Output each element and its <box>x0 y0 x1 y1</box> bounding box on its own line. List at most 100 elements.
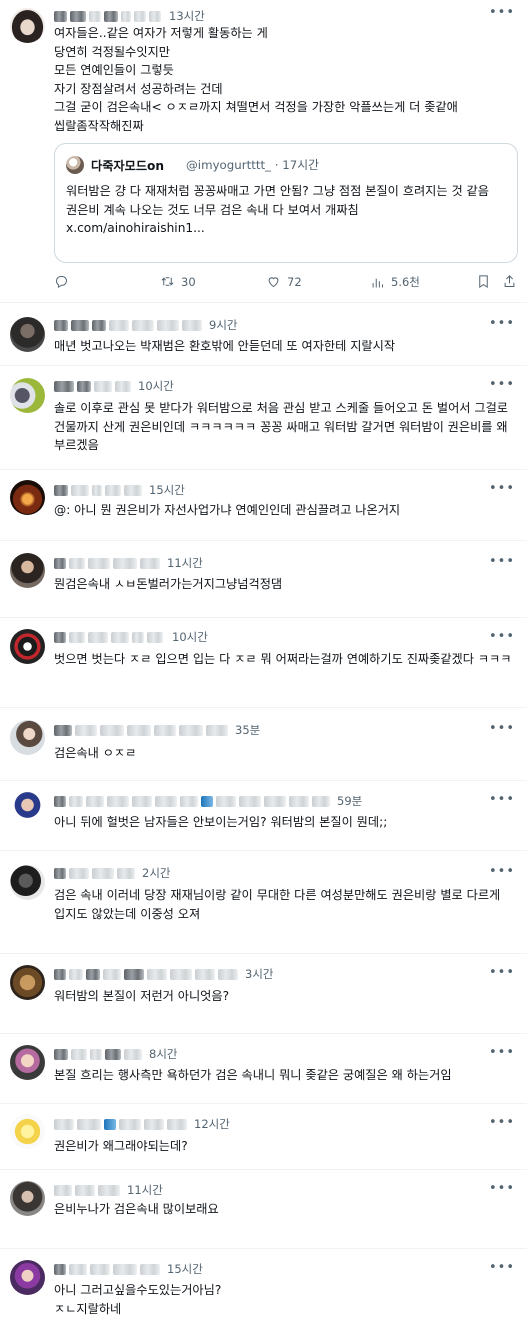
more-dots-icon[interactable]: ••• <box>489 481 515 496</box>
more-dots-icon[interactable]: ••• <box>489 629 515 644</box>
bookmark-button[interactable] <box>476 274 491 289</box>
avatar[interactable] <box>10 1181 45 1216</box>
avatar[interactable] <box>10 8 45 43</box>
share-button[interactable] <box>502 274 517 289</box>
tweet-text: 매년 벗고나오는 박재범은 환호밖에 안듣던데 또 여자한테 지랄시작 <box>54 339 396 353</box>
avatar[interactable] <box>10 865 45 900</box>
bookmark-icon <box>479 275 488 289</box>
avatar[interactable] <box>10 553 45 588</box>
avatar[interactable] <box>10 480 45 515</box>
timestamp[interactable]: 8시간 <box>149 1046 177 1062</box>
timestamp[interactable]: 15시간 <box>167 1261 203 1277</box>
retweet-icon <box>161 277 174 286</box>
tweet-header: 3시간 <box>54 966 273 982</box>
reply-tweet[interactable]: 11시간 ••• 뭔검은속내 ㅅㅂ돈벌러가는거지그냥넘걱정댐 <box>0 541 527 618</box>
tweet-header: 59분 <box>54 793 362 809</box>
reply-tweet[interactable]: 12시간 ••• 권은비가 왜그래야되는데? <box>0 1104 527 1170</box>
avatar[interactable] <box>10 965 45 1000</box>
timestamp[interactable]: 11시간 <box>127 1182 163 1198</box>
tweet-header: 12시간 <box>54 1116 230 1132</box>
more-dots-icon[interactable]: ••• <box>489 1115 515 1130</box>
retweet-count: 30 <box>181 274 196 289</box>
tweet-text: 본질 흐리는 행사측만 욕하던가 검은 속내니 뭐니 좆같은 궁예질은 왜 하는… <box>54 1068 452 1082</box>
tweet-text: 아니 그러고싶을수도있는거아님? ㅈㄴ지랄하네 <box>54 1283 222 1316</box>
tweet-text: 은비누나가 검은속내 많이보래요 <box>54 1202 219 1216</box>
more-dots-icon[interactable]: ••• <box>489 316 515 331</box>
reply-tweet[interactable]: 9시간 ••• 매년 벗고나오는 박재범은 환호밖에 안듣던데 또 여자한테 지… <box>0 303 527 366</box>
more-dots-icon[interactable]: ••• <box>489 965 515 980</box>
avatar[interactable] <box>10 317 45 352</box>
tweet-header: 10시간 <box>54 378 174 394</box>
tweet-header: 11시간 <box>54 1182 163 1198</box>
more-dots-icon[interactable]: ••• <box>489 1260 515 1275</box>
timestamp[interactable]: 10시간 <box>138 378 174 394</box>
views-icon <box>372 278 383 287</box>
tweet-header: 13시간 <box>54 8 205 24</box>
action-bar: 30 72 5.6천 <box>54 272 517 294</box>
timestamp[interactable]: 13시간 <box>169 8 205 24</box>
timestamp[interactable]: 3시간 <box>245 966 273 982</box>
tweet-header: 2시간 <box>54 865 170 881</box>
tweet-text: 아니 뒤에 헐벗은 남자들은 안보이는거임? 워터밤의 본질이 뭔데;; <box>54 815 388 829</box>
reply-tweet[interactable]: 3시간 ••• 워터밤의 본질이 저런거 아니엇음? <box>0 954 527 1034</box>
more-dots-icon[interactable]: ••• <box>489 864 515 879</box>
timestamp[interactable]: 35분 <box>235 722 260 738</box>
tweet-text: 워터밤의 본질이 저런거 아니엇음? <box>54 989 230 1003</box>
tweet-text: 뭔검은속내 ㅅㅂ돈벌러가는거지그냥넘걱정댐 <box>54 577 283 591</box>
more-dots-icon[interactable]: ••• <box>489 721 515 736</box>
reply-icon <box>56 276 67 289</box>
avatar[interactable] <box>10 378 45 413</box>
reply-tweet[interactable]: 15시간 ••• 아니 그러고싶을수도있는거아님? ㅈㄴ지랄하네 <box>0 1249 527 1323</box>
quoted-author-name: 다죽자모드on <box>91 159 165 173</box>
timestamp[interactable]: 12시간 <box>194 1116 230 1132</box>
timestamp[interactable]: 59분 <box>337 793 362 809</box>
main-tweet[interactable]: 13시간 ••• 여자들은..같은 여자가 저렇게 활동하는 게 당연히 걱정될… <box>0 0 527 303</box>
tweet-header: 9시간 <box>54 317 237 333</box>
tweet-text: 벗으면 벗는다 ㅈㄹ 입으면 입는 다 ㅈㄹ 뭐 어쩌라는걸까 연예하기도 진짜… <box>54 652 512 666</box>
share-icon <box>504 275 515 287</box>
more-dots-icon[interactable]: ••• <box>489 554 515 569</box>
view-count: 5.6천 <box>391 275 420 289</box>
timestamp[interactable]: 10시간 <box>172 629 208 645</box>
reply-tweet[interactable]: 15시간 ••• @: 아니 뭔 권은비가 자선사업가냐 연예인인데 관심끌려고… <box>0 470 527 541</box>
tweet-text: 여자들은..같은 여자가 저렇게 활동하는 게 당연히 걱정될수잇지만 모든 연… <box>54 26 458 133</box>
reply-tweet[interactable]: 10시간 ••• 솔로 이후로 관심 못 받다가 워터밤으로 처음 관심 받고 … <box>0 366 527 470</box>
avatar[interactable] <box>10 629 45 664</box>
reply-tweet[interactable]: 11시간 ••• 은비누나가 검은속내 많이보래요 <box>0 1170 527 1249</box>
avatar[interactable] <box>10 1045 45 1080</box>
retweet-button[interactable]: 30 <box>160 274 196 289</box>
reply-tweet[interactable]: 8시간 ••• 본질 흐리는 행사측만 욕하던가 검은 속내니 뭐니 좆같은 궁… <box>0 1034 527 1104</box>
quoted-tweet[interactable]: 다죽자모드on @imyogurtttt_ · 17시간 워터밤은 걍 다 재재… <box>54 143 518 263</box>
reply-tweet[interactable]: 35분 ••• 검은속내 ㅇㅈㄹ <box>0 708 527 781</box>
tweet-header: 35분 <box>54 722 260 738</box>
avatar[interactable] <box>10 720 45 755</box>
like-button[interactable]: 72 <box>266 274 302 289</box>
more-dots-icon[interactable]: ••• <box>489 1045 515 1060</box>
tweet-text: 권은비가 왜그래야되는데? <box>54 1139 188 1153</box>
more-dots-icon[interactable]: ••• <box>489 792 515 807</box>
reply-tweet[interactable]: 2시간 ••• 검은 속내 이러네 당장 재재님이랑 같이 무대한 다른 여성분… <box>0 851 527 954</box>
views-button[interactable]: 5.6천 <box>370 274 420 290</box>
timestamp[interactable]: 11시간 <box>167 555 203 571</box>
tweet-header: 10시간 <box>54 629 208 645</box>
timestamp[interactable]: 15시간 <box>149 482 185 498</box>
tweet-text: 검은 속내 이러네 당장 재재님이랑 같이 무대한 다른 여성분만해도 권은비랑… <box>54 888 501 921</box>
tweet-text: 솔로 이후로 관심 못 받다가 워터밤으로 처음 관심 받고 스케줄 들어오고 … <box>54 401 509 452</box>
quoted-tweet-text: 워터밤은 걍 다 재재처럼 꽁꽁싸매고 가면 안됨? 그냥 점점 본질이 흐려지… <box>66 184 489 235</box>
tweet-header: 8시간 <box>54 1046 177 1062</box>
more-dots-icon[interactable]: ••• <box>489 5 515 20</box>
heart-icon <box>268 277 279 288</box>
timestamp[interactable]: 9시간 <box>209 317 237 333</box>
avatar[interactable] <box>10 1260 45 1295</box>
more-dots-icon[interactable]: ••• <box>489 377 515 392</box>
reply-button[interactable] <box>54 274 69 289</box>
avatar <box>66 156 84 174</box>
tweet-text: 검은속내 ㅇㅈㄹ <box>54 746 137 760</box>
more-dots-icon[interactable]: ••• <box>489 1181 515 1196</box>
tweet-header: 15시간 <box>54 1261 203 1277</box>
timestamp[interactable]: 2시간 <box>142 865 170 881</box>
avatar[interactable] <box>10 791 45 826</box>
reply-tweet[interactable]: 59분 ••• 아니 뒤에 헐벗은 남자들은 안보이는거임? 워터밤의 본질이 … <box>0 781 527 851</box>
avatar[interactable] <box>10 1114 45 1149</box>
reply-tweet[interactable]: 10시간 ••• 벗으면 벗는다 ㅈㄹ 입으면 입는 다 ㅈㄹ 뭐 어쩌라는걸까… <box>0 618 527 708</box>
